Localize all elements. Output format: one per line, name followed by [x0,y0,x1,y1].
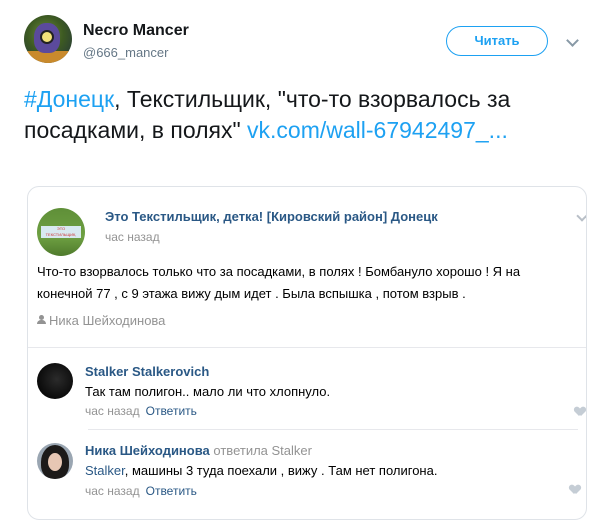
post-text: Что-то взорвалось только что за посадкам… [37,264,521,301]
post-time: час назад [105,230,160,244]
user-avatar[interactable] [24,15,72,63]
group-avatar[interactable]: ЭТО ТЕКСТИЛЬЩИК, ДЕТКА! КИРОВСКИЙ РАЙОН [37,208,85,256]
group-name[interactable]: Это Текстильщик, детка! [Кировский район… [105,209,438,224]
external-link[interactable]: vk.com/wall-67942497_... [247,117,508,143]
commenter-avatar[interactable] [37,443,73,479]
commenter-name-line: Ника Шейходинова ответила Stalker [85,443,312,458]
heart-icon[interactable] [570,485,580,494]
reply-to-label: ответила Stalker [213,443,312,458]
commenter-avatar[interactable] [37,363,73,399]
group-avatar-caption: ЭТО ТЕКСТИЛЬЩИК, ДЕТКА! КИРОВСКИЙ РАЙОН [41,226,81,238]
comment-meta: час назад Ответить [85,404,197,418]
post-author[interactable]: Ника Шейходинова [49,313,165,328]
embedded-post-card[interactable]: ЭТО ТЕКСТИЛЬЩИК, ДЕТКА! КИРОВСКИЙ РАЙОН … [27,186,587,520]
comment-meta: час назад Ответить [85,484,197,498]
divider [28,347,586,348]
avatar-eye [40,30,54,44]
comment-text: Так там полигон.. мало ли что хлопнуло. [85,384,331,399]
comment-text: Stalker, машины 3 туда поехали , вижу . … [85,463,438,478]
comment-divider [88,429,578,430]
commenter-name[interactable]: Ника Шейходинова [85,443,210,458]
comment-time: час назад [85,484,140,498]
comment-time: час назад [85,404,140,418]
commenter-name[interactable]: Stalker Stalkerovich [85,364,209,379]
user-handle[interactable]: @666_mancer [83,45,168,60]
reply-link[interactable]: Ответить [146,404,197,418]
reply-link[interactable]: Ответить [146,484,197,498]
user-icon [37,315,46,324]
mention-link[interactable]: Stalker [85,463,125,478]
tweet-text: #Донецк, Текстильщик, "что-то взорвалось… [24,84,579,146]
hashtag-link[interactable]: #Донецк [24,86,114,112]
chevron-down-icon[interactable] [576,210,586,222]
chevron-down-icon[interactable] [566,34,579,47]
follow-button[interactable]: Читать [446,26,548,56]
heart-icon[interactable] [575,407,585,416]
user-name[interactable]: Necro Mancer [83,22,189,40]
